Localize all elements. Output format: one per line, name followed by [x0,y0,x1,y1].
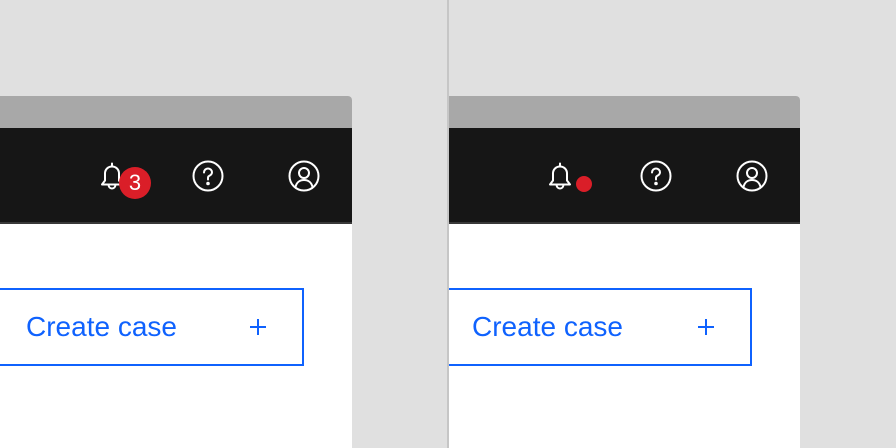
header-bar: 3 [0,128,352,224]
create-case-label: Create case [472,311,623,342]
plus-icon [696,317,716,337]
help-icon[interactable] [640,160,672,192]
header-bar [449,128,800,224]
variant-panel-with-count: 3 Create case [0,96,352,448]
create-case-button[interactable]: Create case [449,288,752,366]
help-icon[interactable] [192,160,224,192]
notification-count-badge: 3 [119,167,151,199]
window-chrome [0,96,352,128]
variant-panel-with-dot: Create case [449,96,800,448]
window-chrome [449,96,800,128]
user-icon[interactable] [288,160,320,192]
create-case-label: Create case [26,311,177,342]
user-icon[interactable] [736,160,768,192]
plus-icon [248,317,268,337]
create-case-button[interactable]: Create case [0,288,304,366]
notification-dot-badge [576,176,592,192]
bell-icon[interactable] [544,160,576,192]
